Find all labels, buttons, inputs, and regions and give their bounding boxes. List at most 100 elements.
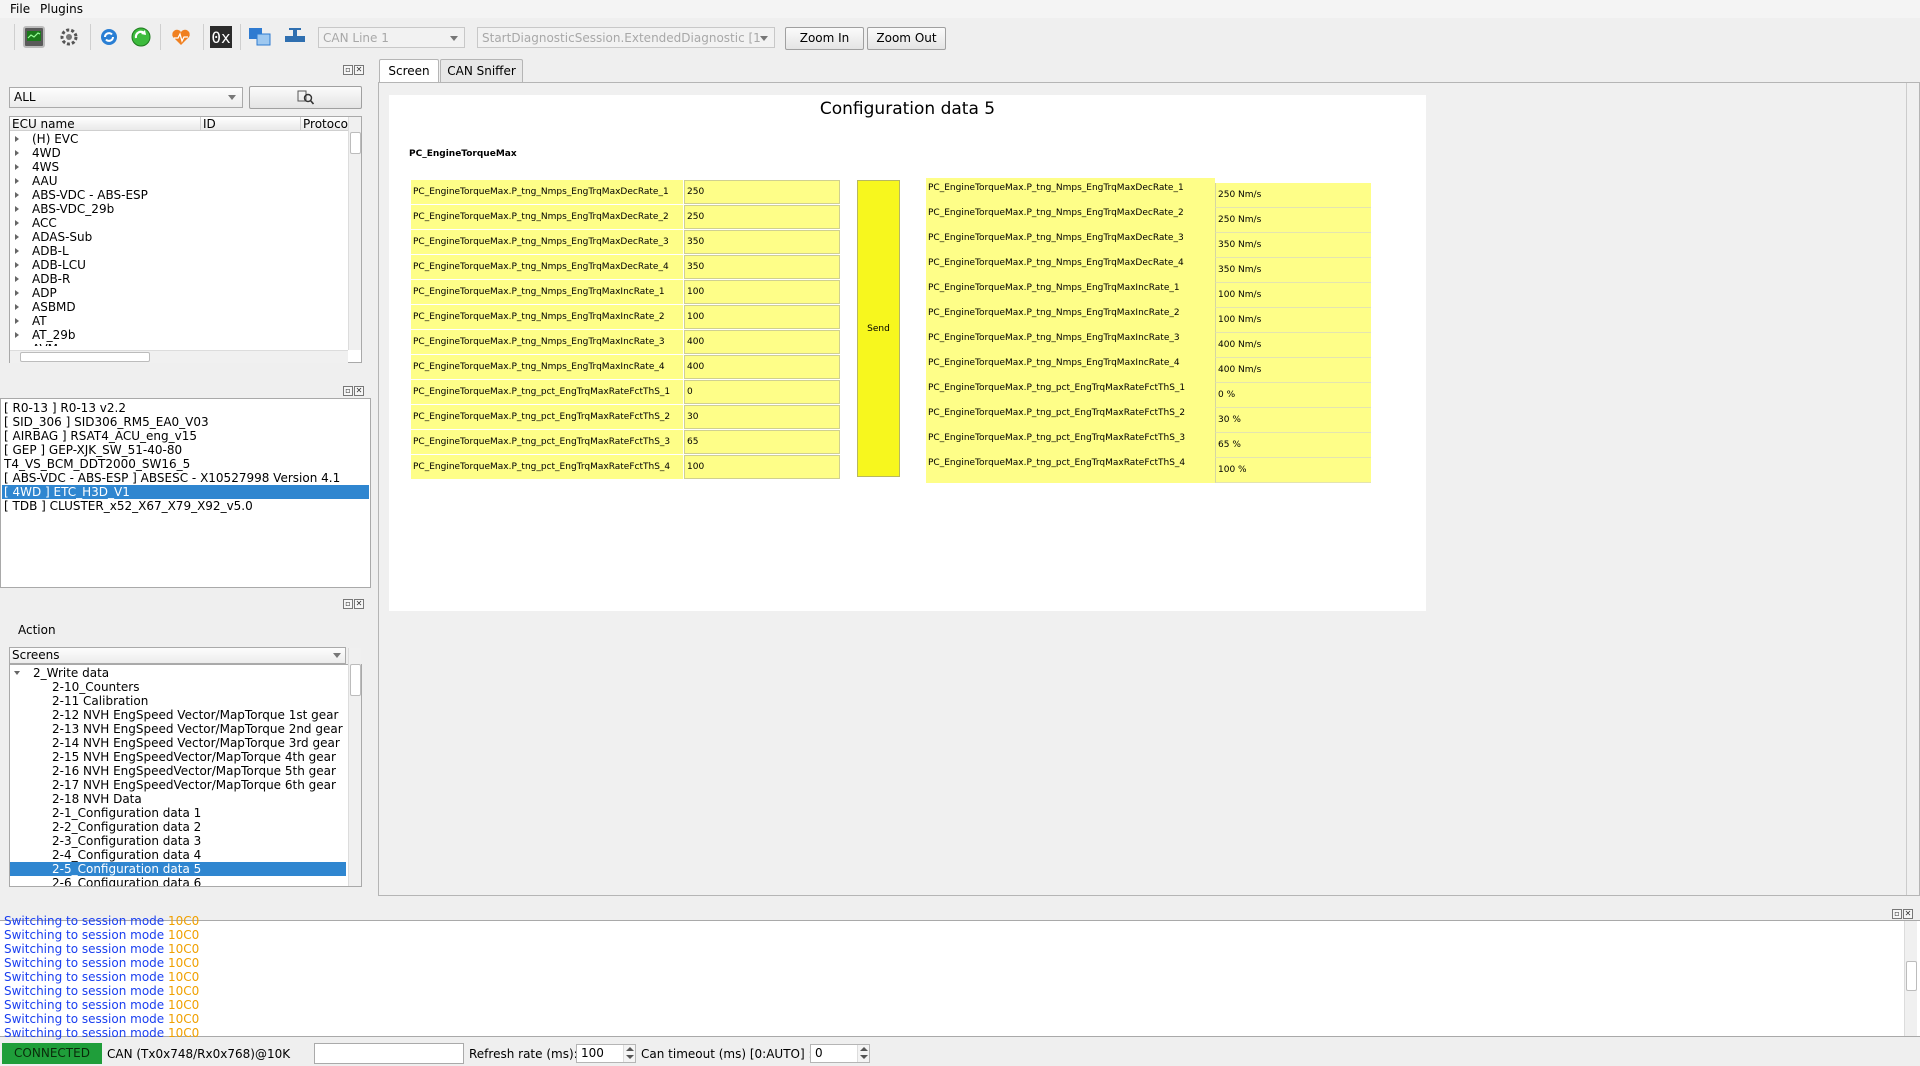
action-item[interactable]: 2-16 NVH EngSpeedVector/MapTorque 5th ge… [10,764,346,778]
expand-arrow-icon[interactable] [15,248,19,254]
heart-icon[interactable] [170,26,192,48]
ecu-search-button[interactable] [249,86,362,109]
expand-arrow-icon[interactable] [15,332,19,338]
ecu-tree-item[interactable]: AVM [10,342,346,346]
expand-arrow-icon[interactable] [15,192,19,198]
dashboard-icon[interactable] [23,26,45,48]
input-field[interactable]: 100 [684,305,840,329]
tab-can-sniffer[interactable]: CAN Sniffer [440,59,523,83]
ecu-tree-item[interactable]: ASBMD [10,300,346,314]
column-id[interactable]: ID [200,117,300,131]
ecu-tree-hscrollbar[interactable] [10,350,348,363]
ecu-project-item[interactable]: [ ABS-VDC - ABS-ESP ] ABSESC - X10527998… [4,471,340,485]
close-icon[interactable]: ✕ [1903,909,1913,919]
tap-icon[interactable] [283,26,305,48]
tab-screen[interactable]: Screen [379,59,439,83]
scroll-thumb[interactable] [350,664,361,696]
input-field[interactable]: 350 [684,255,840,279]
session-select[interactable]: StartDiagnosticSession.ExtendedDiagnosti… [477,27,775,48]
log-scrollbar[interactable] [1904,921,1917,1036]
column-protocol[interactable]: Protocol [300,117,348,131]
expand-arrow-icon[interactable] [15,206,19,212]
close-icon[interactable]: ✕ [354,386,364,396]
ecu-project-item[interactable]: [ 4WD ] ETC_H3D_V1 [2,485,369,499]
ecu-project-item[interactable]: T4_VS_BCM_DDT2000_SW16_5 [4,457,190,471]
ecu-project-item[interactable]: [ TDB ] CLUSTER_x52_X67_X79_X92_v5.0 [4,499,253,513]
hex-icon[interactable]: 0x [210,26,232,48]
ecu-tree-item[interactable]: (H) EVC [10,132,346,146]
ecu-project-item[interactable]: [ GEP ] GEP-XJK_SW_51-40-80 [4,443,182,457]
expand-arrow-icon[interactable] [15,178,19,184]
collapse-arrow-icon[interactable] [14,671,20,675]
float-icon[interactable]: ▫ [343,65,353,75]
send-button[interactable]: Send [857,180,900,477]
action-item[interactable]: 2-4_Configuration data 4 [10,848,346,862]
float-icon[interactable]: ▫ [1892,909,1902,919]
action-item[interactable]: 2-6_Configuration data 6 [10,876,346,886]
ecu-project-item[interactable]: [ AIRBAG ] RSAT4_ACU_eng_v15 [4,429,197,443]
input-field[interactable]: 0 [684,380,840,404]
action-group[interactable]: 2_Write data [10,666,346,680]
action-item[interactable]: 2-1_Configuration data 1 [10,806,346,820]
expand-arrow-icon[interactable] [15,150,19,156]
action-item[interactable]: 2-18 NVH Data [10,792,346,806]
expand-arrow-icon[interactable] [15,220,19,226]
zoom-in-button[interactable]: Zoom In [785,27,864,50]
menu-plugins[interactable]: Plugins [40,2,83,16]
expand-arrow-icon[interactable] [15,290,19,296]
input-field[interactable]: 250 [684,180,840,204]
gear-icon[interactable] [58,26,80,48]
can-line-select[interactable]: CAN Line 1 [318,27,465,48]
action-item[interactable]: 2-2_Configuration data 2 [10,820,346,834]
ecu-tree-item[interactable]: ADB-LCU [10,258,346,272]
ecu-tree-item[interactable]: ABS-VDC_29b [10,202,346,216]
ecu-tree-item[interactable]: ADP [10,286,346,300]
action-item[interactable]: 2-10_Counters [10,680,346,694]
float-icon[interactable]: ▫ [343,599,353,609]
close-icon[interactable]: ✕ [354,599,364,609]
expand-arrow-icon[interactable] [15,234,19,240]
spin-arrows-icon[interactable] [623,1045,635,1062]
ecu-tree-item[interactable]: AT_29b [10,328,346,342]
expand-arrow-icon[interactable] [15,262,19,268]
refresh-icon[interactable] [98,26,120,48]
ecu-tree-item[interactable]: ADB-L [10,244,346,258]
float-icon[interactable]: ▫ [343,386,353,396]
ecu-project-item[interactable]: [ SID_306 ] SID306_RM5_EA0_V03 [4,415,209,429]
input-field[interactable]: 350 [684,230,840,254]
scroll-thumb[interactable] [1906,961,1917,991]
input-field[interactable]: 65 [684,430,840,454]
input-field[interactable]: 250 [684,205,840,229]
ecu-tree-item[interactable]: AT [10,314,346,328]
sync-icon[interactable] [130,26,152,48]
ecu-filter-select[interactable]: ALL [9,87,243,108]
can-timeout-spinbox[interactable]: 0 [810,1044,870,1063]
input-field[interactable]: 100 [684,280,840,304]
action-item[interactable]: 2-17 NVH EngSpeedVector/MapTorque 6th ge… [10,778,346,792]
scroll-thumb[interactable] [350,132,361,154]
ecu-tree-item[interactable]: ABS-VDC - ABS-ESP [10,188,346,202]
screens-select[interactable]: Screens [9,647,346,664]
menu-file[interactable]: File [10,2,30,16]
expand-arrow-icon[interactable] [15,136,19,142]
expand-arrow-icon[interactable] [15,318,19,324]
ecu-tree-item[interactable]: 4WD [10,146,346,160]
input-field[interactable]: 400 [684,355,840,379]
action-item[interactable]: 2-5_Configuration data 5 [10,862,346,876]
action-item[interactable]: 2-12 NVH EngSpeed Vector/MapTorque 1st g… [10,708,346,722]
action-item[interactable]: 2-13 NVH EngSpeed Vector/MapTorque 2nd g… [10,722,346,736]
ecu-tree-item[interactable]: ADB-R [10,272,346,286]
scroll-thumb[interactable] [20,352,150,362]
command-input[interactable] [314,1043,464,1064]
input-field[interactable]: 30 [684,405,840,429]
ecu-tree-item[interactable]: ADAS-Sub [10,230,346,244]
input-field[interactable]: 100 [684,455,840,479]
screen-scrollbar[interactable] [1906,83,1919,895]
action-item[interactable]: 2-14 NVH EngSpeed Vector/MapTorque 3rd g… [10,736,346,750]
input-field[interactable]: 400 [684,330,840,354]
ecu-project-item[interactable]: [ R0-13 ] R0-13 v2.2 [4,401,126,415]
action-tree-scrollbar[interactable] [348,648,361,886]
ecu-tree-scrollbar[interactable] [348,117,361,350]
refresh-rate-spinbox[interactable]: 100 [576,1044,636,1063]
expand-arrow-icon[interactable] [15,164,19,170]
